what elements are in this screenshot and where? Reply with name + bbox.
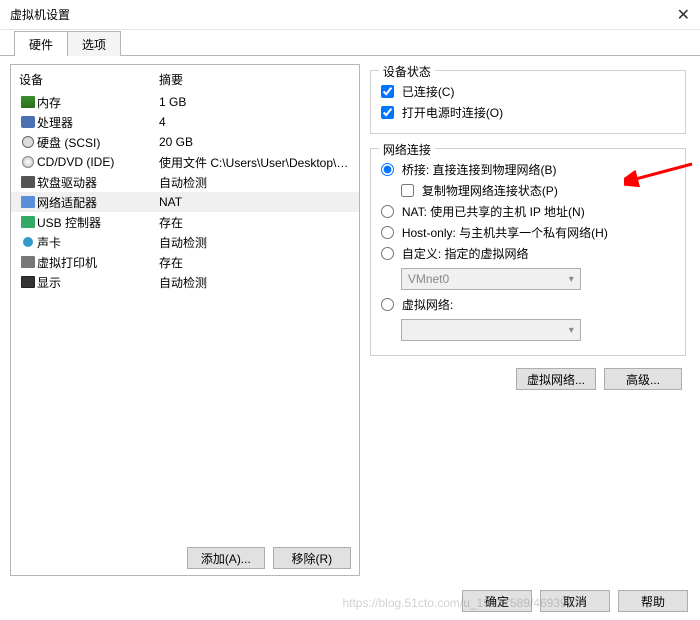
add-button[interactable]: 添加(A)...: [187, 547, 265, 569]
bridged-input[interactable]: [381, 163, 394, 176]
device-row[interactable]: CD/DVD (IDE)使用文件 C:\Users\User\Desktop\C…: [11, 152, 359, 172]
custom-network-value: VMnet0: [408, 272, 449, 286]
device-icon: [19, 216, 37, 228]
device-name: CD/DVD (IDE): [37, 155, 159, 169]
device-summary: 自动检测: [159, 234, 351, 251]
virtual-network-label: 虚拟网络:: [402, 296, 453, 313]
network-connection-group: 网络连接 桥接: 直接连接到物理网络(B) 复制物理网络连接状态(P) NAT:…: [370, 148, 686, 356]
chevron-down-icon: ▾: [569, 325, 574, 336]
device-summary: 存在: [159, 254, 351, 271]
dialog-buttons: 确定 取消 帮助: [462, 590, 688, 612]
hostonly-radio[interactable]: Host-only: 与主机共享一个私有网络(H): [381, 222, 675, 243]
connect-poweron-input[interactable]: [381, 106, 394, 119]
device-list-panel: 设备 摘要 内存1 GB处理器4硬盘 (SCSI)20 GBCD/DVD (ID…: [10, 64, 360, 576]
device-icon: [19, 196, 37, 208]
device-row[interactable]: 内存1 GB: [11, 92, 359, 112]
hostonly-input[interactable]: [381, 226, 394, 239]
device-state-group: 设备状态 已连接(C) 打开电源时连接(O): [370, 70, 686, 134]
help-button[interactable]: 帮助: [618, 590, 688, 612]
connect-poweron-checkbox[interactable]: 打开电源时连接(O): [381, 102, 675, 123]
bridged-label: 桥接: 直接连接到物理网络(B): [402, 161, 557, 178]
device-icon: [19, 256, 37, 268]
bridged-radio[interactable]: 桥接: 直接连接到物理网络(B): [381, 159, 675, 180]
device-icon: [19, 116, 37, 128]
header-device: 设备: [19, 71, 159, 88]
remove-button[interactable]: 移除(R): [273, 547, 351, 569]
nat-label: NAT: 使用已共享的主机 IP 地址(N): [402, 203, 585, 220]
device-icon: [19, 136, 37, 148]
device-summary: 使用文件 C:\Users\User\Desktop\C...: [159, 154, 351, 171]
replicate-input[interactable]: [401, 184, 414, 197]
device-row[interactable]: 声卡自动检测: [11, 232, 359, 252]
device-row[interactable]: 硬盘 (SCSI)20 GB: [11, 132, 359, 152]
device-list[interactable]: 内存1 GB处理器4硬盘 (SCSI)20 GBCD/DVD (IDE)使用文件…: [11, 92, 359, 541]
advanced-button[interactable]: 高级...: [604, 368, 682, 390]
device-summary: 20 GB: [159, 135, 351, 149]
device-row[interactable]: 网络适配器NAT: [11, 192, 359, 212]
hostonly-label: Host-only: 与主机共享一个私有网络(H): [402, 224, 608, 241]
device-name: 内存: [37, 94, 159, 111]
nat-input[interactable]: [381, 205, 394, 218]
device-icon: [19, 237, 37, 247]
device-name: 声卡: [37, 234, 159, 251]
device-list-buttons: 添加(A)... 移除(R): [11, 541, 359, 569]
device-row[interactable]: 处理器4: [11, 112, 359, 132]
device-summary: 自动检测: [159, 174, 351, 191]
header-summary: 摘要: [159, 71, 183, 88]
connected-checkbox[interactable]: 已连接(C): [381, 81, 675, 102]
device-name: 处理器: [37, 114, 159, 131]
device-name: 网络适配器: [37, 194, 159, 211]
tabs: 硬件 选项: [0, 30, 700, 56]
device-name: USB 控制器: [37, 214, 159, 231]
nat-radio[interactable]: NAT: 使用已共享的主机 IP 地址(N): [381, 201, 675, 222]
device-icon: [19, 156, 37, 168]
replicate-checkbox[interactable]: 复制物理网络连接状态(P): [381, 180, 675, 201]
custom-network-combo: VMnet0 ▾: [401, 268, 581, 290]
titlebar: 虚拟机设置 ✕: [0, 0, 700, 30]
close-icon[interactable]: ✕: [677, 5, 690, 25]
connect-poweron-label: 打开电源时连接(O): [402, 104, 503, 121]
device-name: 虚拟打印机: [37, 254, 159, 271]
ok-button[interactable]: 确定: [462, 590, 532, 612]
right-buttons: 虚拟网络... 高级...: [370, 364, 686, 390]
device-list-header: 设备 摘要: [11, 65, 359, 92]
virtual-network-combo: ▾: [401, 319, 581, 341]
settings-panel: 设备状态 已连接(C) 打开电源时连接(O) 网络连接 桥接: 直接连接到物理网…: [370, 64, 690, 576]
cancel-button[interactable]: 取消: [540, 590, 610, 612]
device-state-legend: 设备状态: [379, 63, 435, 80]
device-row[interactable]: 显示自动检测: [11, 272, 359, 292]
device-row[interactable]: 虚拟打印机存在: [11, 252, 359, 272]
device-summary: 自动检测: [159, 274, 351, 291]
main-area: 设备 摘要 内存1 GB处理器4硬盘 (SCSI)20 GBCD/DVD (ID…: [0, 56, 700, 576]
device-name: 显示: [37, 274, 159, 291]
device-row[interactable]: USB 控制器存在: [11, 212, 359, 232]
virtual-network-input[interactable]: [381, 298, 394, 311]
custom-label: 自定义: 指定的虚拟网络: [402, 245, 529, 262]
virtual-network-radio[interactable]: 虚拟网络:: [381, 294, 675, 315]
device-summary: 4: [159, 115, 351, 129]
custom-radio[interactable]: 自定义: 指定的虚拟网络: [381, 243, 675, 264]
tab-options[interactable]: 选项: [67, 31, 121, 56]
chevron-down-icon: ▾: [569, 274, 574, 285]
window-title: 虚拟机设置: [10, 6, 70, 23]
network-legend: 网络连接: [379, 141, 435, 158]
device-row[interactable]: 软盘驱动器自动检测: [11, 172, 359, 192]
virtual-network-button[interactable]: 虚拟网络...: [516, 368, 596, 390]
device-icon: [19, 96, 37, 108]
device-summary: 1 GB: [159, 95, 351, 109]
device-icon: [19, 276, 37, 288]
device-summary: NAT: [159, 195, 351, 209]
custom-input[interactable]: [381, 247, 394, 260]
connected-label: 已连接(C): [402, 83, 455, 100]
device-name: 硬盘 (SCSI): [37, 134, 159, 151]
connected-input[interactable]: [381, 85, 394, 98]
device-icon: [19, 176, 37, 188]
tab-hardware[interactable]: 硬件: [14, 31, 68, 56]
device-name: 软盘驱动器: [37, 174, 159, 191]
device-summary: 存在: [159, 214, 351, 231]
replicate-label: 复制物理网络连接状态(P): [422, 182, 558, 199]
